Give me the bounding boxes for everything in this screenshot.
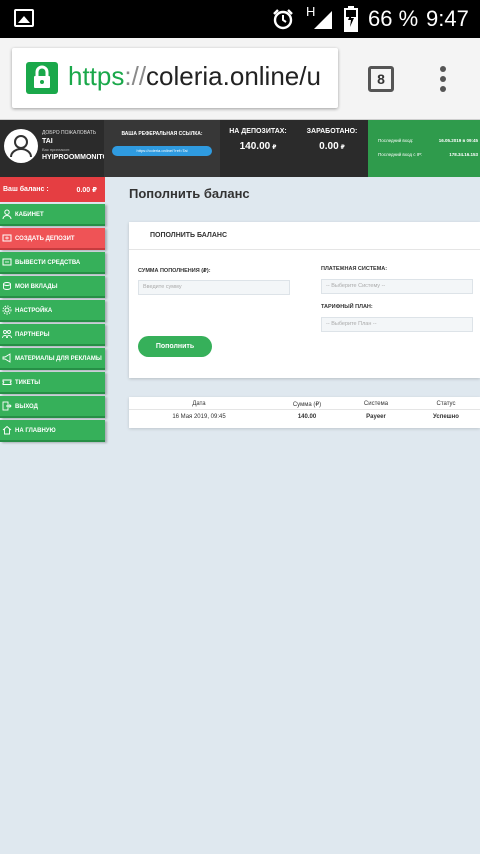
- column-header-date: Дата: [192, 401, 206, 407]
- megaphone-icon: [2, 353, 12, 363]
- inviter-label: Вас пригласил:: [42, 147, 71, 152]
- coins-icon: [2, 281, 12, 291]
- sidebar-nav: КАБИНЕТ СОЗДАТЬ ДЕПОЗИТ ВЫВЕСТИ СРЕДСТВА…: [0, 204, 105, 444]
- username: TAI: [42, 138, 53, 145]
- balance-bar: Ваш баланс : 0.00 ₽: [0, 177, 105, 202]
- sidebar-item-withdraw[interactable]: ВЫВЕСТИ СРЕДСТВА: [0, 252, 105, 274]
- card-header: ПОПОЛНИТЬ БАЛАНС: [129, 222, 480, 250]
- balance-value: 0.00 ₽: [76, 187, 97, 194]
- submit-button[interactable]: Пополнить: [138, 336, 212, 357]
- payment-system-label: ПЛАТЕЖНАЯ СИСТЕМА:: [321, 266, 388, 272]
- battery-icon: [344, 6, 358, 32]
- logout-icon: [2, 401, 12, 411]
- last-login-block: Последний вход: 16.05.2019 в 09:45 После…: [368, 120, 480, 177]
- home-icon: [2, 425, 12, 435]
- partners-icon: [2, 329, 12, 339]
- deposit-icon: [2, 233, 12, 243]
- battery-percentage: 66 %: [368, 6, 419, 31]
- deposit-form-card: ПОПОЛНИТЬ БАЛАНС СУММА ПОПОЛНЕНИЯ (₽): В…: [129, 222, 480, 378]
- sidebar-item-tickets[interactable]: ТИКЕТЫ: [0, 372, 105, 394]
- alarm-icon: [273, 9, 293, 30]
- tariff-plan-label: ТАРИФНЫЙ ПЛАН:: [321, 304, 373, 310]
- page-title: Пополнить баланс: [129, 186, 250, 201]
- sidebar-item-create-deposit[interactable]: СОЗДАТЬ ДЕПОЗИТ: [0, 228, 105, 250]
- tab-switcher-button[interactable]: 8: [368, 66, 394, 92]
- image-notification-icon: [14, 9, 34, 27]
- sidebar-item-partners[interactable]: ПАРТНЕРЫ: [0, 324, 105, 346]
- payment-system-select[interactable]: -- Выберите Систему --: [321, 279, 473, 294]
- deposits-stat: НА ДЕПОЗИТАХ: 140.00 ₽: [222, 120, 294, 177]
- sidebar-item-cabinet[interactable]: КАБИНЕТ: [0, 204, 105, 226]
- balance-label: Ваш баланс :: [3, 186, 49, 193]
- referral-block: ВАША РЕФЕРАЛЬНАЯ ССЫЛКА: https://coleria…: [104, 120, 220, 177]
- menu-kebab-icon[interactable]: [440, 66, 446, 96]
- sidebar-item-logout[interactable]: ВЫХОД: [0, 396, 105, 418]
- clock: 9:47: [426, 6, 469, 31]
- address-bar[interactable]: https://coleria.online/u: [12, 48, 338, 108]
- url-text: https://coleria.online/u: [68, 61, 321, 91]
- status-bar: H 66 % 9:47: [0, 0, 480, 38]
- earned-value: 0.00 ₽: [319, 141, 345, 152]
- deposits-label: НА ДЕПОЗИТАХ:: [229, 128, 287, 135]
- user-avatar-icon: [10, 135, 32, 158]
- table-cell-amount: 140.00: [297, 414, 317, 420]
- amount-input[interactable]: Введите сумму: [138, 280, 290, 295]
- sidebar-item-settings[interactable]: НАСТРОЙКА: [0, 300, 105, 322]
- deposits-value: 140.00 ₽: [239, 141, 277, 152]
- table-divider: [129, 409, 480, 410]
- column-header-status: Статус: [436, 401, 456, 407]
- column-header-system: Система: [363, 401, 389, 407]
- card-title: ПОПОЛНИТЬ БАЛАНС: [150, 232, 228, 239]
- referral-link-field[interactable]: https://coleria.online/?ref=Tai: [112, 146, 212, 156]
- history-table: Дата Сумма (₽) Система Статус 16 Мая 201…: [129, 397, 480, 428]
- sidebar-item-my-deposits[interactable]: МОИ ВКЛАДЫ: [0, 276, 105, 298]
- last-login-row: Последний вход: 16.05.2019 в 09:45: [378, 138, 478, 143]
- withdraw-icon: [2, 257, 12, 267]
- amount-label: СУММА ПОПОЛНЕНИЯ (₽):: [138, 268, 211, 274]
- table-cell-date: 16 Мая 2019, 09:45: [172, 414, 226, 420]
- sidebar-item-home[interactable]: НА ГЛАВНУЮ: [0, 420, 105, 442]
- last-ip-row: Последний вход с IP: 178.34.16.153: [378, 152, 478, 157]
- earned-stat: ЗАРАБОТАНО: 0.00 ₽: [296, 120, 368, 177]
- tariff-plan-select[interactable]: -- Выберите План --: [321, 317, 473, 332]
- earned-label: ЗАРАБОТАНО:: [306, 128, 358, 135]
- site-header: ДОБРО ПОЖАЛОВАТЬ TAI Вас пригласил: HYIP…: [0, 120, 480, 177]
- gear-icon: [2, 305, 12, 315]
- sidebar-item-promo-materials[interactable]: МАТЕРИАЛЫ ДЛЯ РЕКЛАМЫ: [0, 348, 105, 370]
- welcome-text: ДОБРО ПОЖАЛОВАТЬ: [42, 130, 97, 136]
- ticket-icon: [2, 377, 12, 387]
- lock-icon: [26, 62, 58, 94]
- user-icon: [2, 209, 12, 220]
- avatar: [4, 129, 38, 163]
- signal-icon: [314, 11, 332, 29]
- browser-toolbar: https://coleria.online/u 8: [0, 38, 480, 120]
- column-header-amount: Сумма (₽): [292, 402, 322, 408]
- table-cell-system: Payeer: [366, 414, 386, 420]
- referral-title: ВАША РЕФЕРАЛЬНАЯ ССЫЛКА:: [121, 131, 203, 137]
- sidebar: Ваш баланс : 0.00 ₽ КАБИНЕТ СОЗДАТЬ ДЕПО…: [0, 177, 105, 445]
- inviter-name: HYIPROOMMONITOR: [42, 154, 114, 161]
- table-cell-status: Успешно: [433, 414, 459, 420]
